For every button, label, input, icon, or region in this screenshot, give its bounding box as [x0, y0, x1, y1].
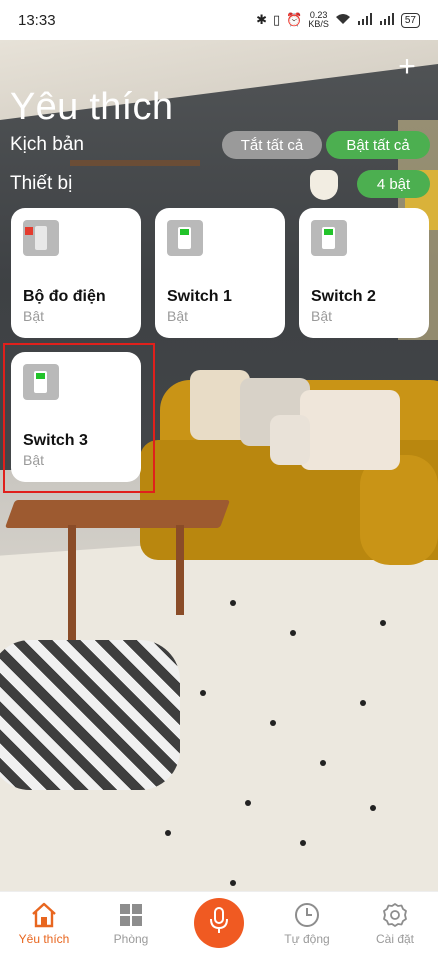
power-meter-icon — [23, 220, 59, 256]
switch-icon — [167, 220, 203, 256]
all-off-button[interactable]: Tắt tất cả — [222, 131, 322, 159]
signal-icon-2 — [379, 12, 395, 28]
device-state: Bật — [167, 308, 189, 324]
alarm-icon: ⏰ — [286, 12, 303, 27]
device-card-switch-2[interactable]: Switch 2 Bật — [299, 208, 429, 338]
status-time: 13:33 — [18, 11, 56, 29]
status-icons: ✱ ▯ ⏰ 0.23 KB/S 57 — [256, 11, 420, 29]
device-name: Bộ đo điện — [23, 288, 106, 305]
selection-highlight — [3, 343, 155, 493]
nav-item-favorites[interactable]: Yêu thích — [2, 892, 86, 954]
nav-item-rooms[interactable]: Phòng — [89, 892, 173, 954]
gear-icon — [380, 900, 410, 930]
scenes-label: Kịch bản — [10, 134, 84, 155]
nav-item-settings[interactable]: Cài đặt — [353, 892, 437, 954]
devices-label: Thiết bị — [10, 173, 73, 194]
plus-icon[interactable]: + — [394, 52, 420, 82]
device-name: Switch 2 — [311, 288, 376, 305]
devices-on-count-badge[interactable]: 4 bật — [357, 170, 430, 198]
device-state: Bật — [23, 308, 45, 324]
nav-label: Phòng — [113, 932, 149, 946]
net-speed: 0.23 KB/S — [308, 10, 329, 29]
status-bar: 13:33 ✱ ▯ ⏰ 0.23 KB/S 57 — [0, 0, 438, 40]
nav-label: Tự động — [284, 932, 330, 946]
device-name: Switch 1 — [167, 288, 232, 305]
home-icon — [29, 900, 59, 930]
mic-icon — [208, 906, 230, 940]
device-card-power-meter[interactable]: Bộ đo điện Bật — [11, 208, 141, 338]
nav-label: Cài đặt — [375, 932, 415, 946]
vibrate-icon: ▯ — [273, 12, 281, 27]
battery-indicator: 57 — [400, 12, 420, 28]
page-title: Yêu thích — [10, 86, 174, 128]
grid-icon — [116, 900, 146, 930]
mic-button[interactable] — [194, 898, 244, 948]
all-on-button[interactable]: Bật tất cả — [326, 131, 430, 159]
device-state: Bật — [311, 308, 333, 324]
signal-icon — [357, 12, 373, 28]
wifi-icon — [335, 13, 351, 28]
nav-item-automation[interactable]: Tự động — [265, 892, 349, 954]
bluetooth-icon: ✱ — [256, 12, 268, 27]
clock-icon — [292, 900, 322, 930]
nav-label: Yêu thích — [18, 932, 70, 946]
device-card-switch-1[interactable]: Switch 1 Bật — [155, 208, 285, 338]
switch-icon — [311, 220, 347, 256]
